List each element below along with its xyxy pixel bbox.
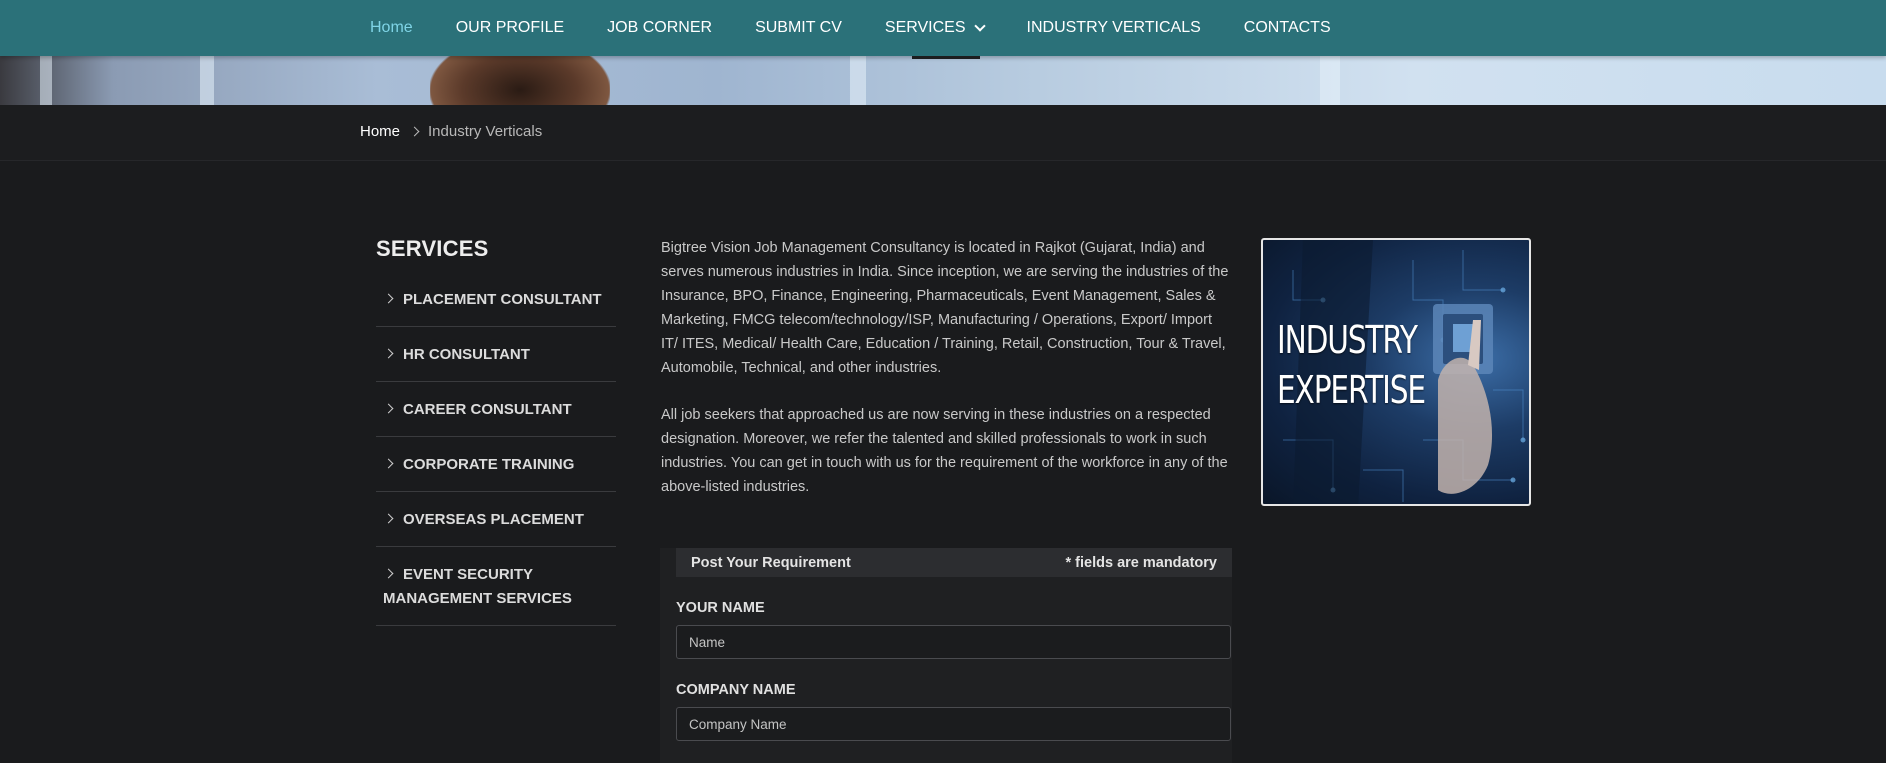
company-name-label: COMPANY NAME (676, 682, 796, 698)
mandatory-note: * fields are mandatory (1065, 554, 1218, 571)
nav-item-submit-cv[interactable]: SUBMIT CV (755, 19, 842, 37)
name-input[interactable] (676, 625, 1231, 659)
top-navigation: Home OUR PROFILE JOB CORNER SUBMIT CV SE… (0, 0, 1886, 56)
sidebar-item-event-security[interactable]: EVENT SECURITY MANAGEMENT SERVICES (376, 547, 616, 626)
job-seekers-paragraph: All job seekers that approached us are n… (661, 407, 1228, 495)
nav-item-label: CONTACTS (1243, 19, 1331, 36)
nav-item-label: JOB CORNER (607, 19, 713, 36)
nav-item-services[interactable]: SERVICES (884, 19, 986, 37)
sidebar-item-overseas-placement[interactable]: OVERSEAS PLACEMENT (376, 492, 616, 547)
nav-item-label: Home (370, 19, 413, 36)
chevron-right-icon (383, 458, 394, 469)
industry-expertise-image: INDUSTRY EXPERTISE (1261, 238, 1531, 506)
sidebar-item-label: EVENT SECURITY MANAGEMENT SERVICES (383, 566, 572, 607)
sidebar-item-label: PLACEMENT CONSULTANT (403, 291, 602, 308)
chevron-right-icon (383, 293, 394, 304)
nav-item-industry-verticals[interactable]: INDUSTRY VERTICALS (1027, 19, 1201, 37)
sidebar-item-label: CORPORATE TRAINING (403, 456, 575, 473)
company-name-input[interactable] (676, 707, 1231, 741)
window-blind (850, 56, 866, 105)
chevron-right-icon (383, 513, 394, 524)
window-blind (40, 56, 52, 105)
form-title: Post Your Requirement (691, 554, 851, 571)
chevron-right-icon (383, 568, 394, 579)
window-blind (200, 56, 214, 105)
hero-person-image (430, 56, 610, 105)
your-name-label: YOUR NAME (676, 600, 765, 616)
nav-menu: Home OUR PROFILE JOB CORNER SUBMIT CV SE… (370, 0, 1374, 56)
nav-item-label: SERVICES (884, 19, 966, 36)
breadcrumb-current: Industry Verticals (428, 123, 543, 140)
sidebar-item-hr-consultant[interactable]: HR CONSULTANT (376, 327, 616, 382)
sidebar-item-corporate-training[interactable]: CORPORATE TRAINING (376, 437, 616, 492)
form-header: Post Your Requirement * fields are manda… (676, 548, 1232, 577)
nav-item-label: OUR PROFILE (455, 19, 565, 36)
sidebar-item-label: HR CONSULTANT (403, 346, 530, 363)
breadcrumb: Home Industry Verticals (360, 123, 542, 140)
sidebar-item-career-consultant[interactable]: CAREER CONSULTANT (376, 382, 616, 437)
services-sidebar: SERVICES PLACEMENT CONSULTANT HR CONSULT… (376, 236, 616, 626)
nav-active-indicator (912, 56, 980, 59)
sidebar-item-label: CAREER CONSULTANT (403, 401, 572, 418)
breadcrumb-home-link[interactable]: Home (360, 123, 400, 140)
nav-item-our-profile[interactable]: OUR PROFILE (456, 19, 564, 37)
nav-item-label: SUBMIT CV (755, 19, 842, 36)
nav-item-job-corner[interactable]: JOB CORNER (607, 19, 712, 37)
sidebar-item-placement-consultant[interactable]: PLACEMENT CONSULTANT (376, 278, 616, 327)
chevron-right-icon (409, 126, 420, 137)
sidebar-title: SERVICES (376, 236, 489, 261)
image-caption-line2: EXPERTISE (1277, 368, 1426, 412)
image-caption-line1: INDUSTRY (1277, 318, 1418, 362)
nav-item-contacts[interactable]: CONTACTS (1244, 19, 1331, 37)
chevron-right-icon (383, 403, 394, 414)
industry-content: Bigtree Vision Job Management Consultanc… (661, 236, 1231, 522)
sidebar-item-label: OVERSEAS PLACEMENT (403, 511, 584, 528)
breadcrumb-bar: Home Industry Verticals (0, 105, 1886, 161)
window-blind (1320, 56, 1340, 105)
nav-item-home[interactable]: Home (370, 19, 413, 37)
hero-banner (0, 56, 1886, 105)
post-requirement-form: Post Your Requirement * fields are manda… (660, 548, 1232, 763)
intro-paragraph: Bigtree Vision Job Management Consultanc… (661, 240, 1229, 376)
nav-item-label: INDUSTRY VERTICALS (1026, 19, 1201, 36)
chevron-right-icon (383, 348, 394, 359)
chevron-down-icon (973, 19, 986, 32)
